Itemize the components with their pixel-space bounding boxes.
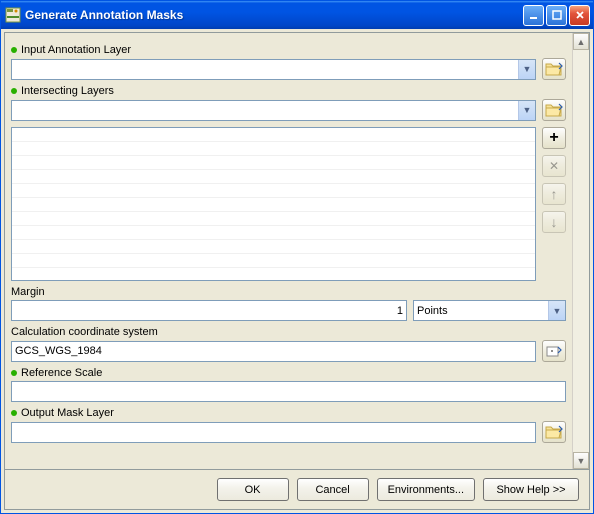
environments-button[interactable]: Environments... [377, 478, 475, 501]
scroll-down-icon[interactable]: ▼ [573, 452, 589, 469]
move-up-button[interactable]: ↑ [542, 183, 566, 205]
cancel-button[interactable]: Cancel [297, 478, 369, 501]
margin-label: Margin [11, 286, 566, 298]
required-marker-icon [11, 370, 17, 376]
required-marker-icon [11, 47, 17, 53]
down-arrow-icon: ↓ [551, 214, 558, 230]
window-controls [523, 5, 590, 26]
label-text: Margin [11, 286, 45, 298]
input-annotation-layer-label: Input Annotation Layer [11, 44, 566, 56]
browse-output-button[interactable] [542, 421, 566, 443]
close-button[interactable] [569, 5, 590, 26]
browse-input-annotation-button[interactable] [542, 58, 566, 80]
up-arrow-icon: ↑ [551, 186, 558, 202]
show-help-button[interactable]: Show Help >> [483, 478, 579, 501]
move-down-button[interactable]: ↓ [542, 211, 566, 233]
form-panel: Input Annotation Layer ▼ Intersecting La… [5, 33, 572, 469]
input-annotation-layer-combo[interactable]: ▼ [11, 59, 536, 80]
list-side-buttons: + ✕ ↑ ↓ [542, 127, 566, 281]
remove-item-button[interactable]: ✕ [542, 155, 566, 177]
remove-icon: ✕ [549, 159, 559, 173]
calc-coord-sys-label: Calculation coordinate system [11, 326, 566, 338]
add-item-button[interactable]: + [542, 127, 566, 149]
output-mask-layer-label: Output Mask Layer [11, 407, 566, 419]
minimize-button[interactable] [523, 5, 544, 26]
browse-intersecting-button[interactable] [542, 99, 566, 121]
plus-icon: + [549, 129, 558, 147]
maximize-button[interactable] [546, 5, 567, 26]
window-title: Generate Annotation Masks [25, 8, 523, 22]
button-bar: OK Cancel Environments... Show Help >> [5, 469, 589, 509]
intersecting-layers-label: Intersecting Layers [11, 85, 566, 97]
reference-scale-label: Reference Scale [11, 367, 566, 379]
reference-scale-input[interactable] [11, 381, 566, 402]
required-marker-icon [11, 410, 17, 416]
coord-sys-properties-button[interactable] [542, 340, 566, 362]
input-value: GCS_WGS_1984 [15, 345, 102, 357]
chevron-down-icon[interactable]: ▼ [518, 60, 535, 79]
margin-input[interactable]: 1 [11, 300, 407, 321]
app-icon [5, 7, 21, 23]
label-text: Calculation coordinate system [11, 326, 158, 338]
intersecting-layers-list[interactable] [11, 127, 536, 281]
required-marker-icon [11, 88, 17, 94]
scroll-up-icon[interactable]: ▲ [573, 33, 589, 50]
label-text: Intersecting Layers [21, 85, 114, 97]
titlebar: Generate Annotation Masks [1, 1, 593, 29]
calc-coord-sys-input[interactable]: GCS_WGS_1984 [11, 341, 536, 362]
chevron-down-icon[interactable]: ▼ [518, 101, 535, 120]
dialog-window: Generate Annotation Masks Input Annotati… [0, 0, 594, 514]
input-value: 1 [397, 305, 403, 317]
vertical-scrollbar[interactable]: ▲ ▼ [572, 33, 589, 469]
scroll-area: Input Annotation Layer ▼ Intersecting La… [5, 33, 589, 469]
ok-button[interactable]: OK [217, 478, 289, 501]
client-area: Input Annotation Layer ▼ Intersecting La… [4, 32, 590, 510]
scroll-track[interactable] [573, 50, 589, 452]
label-text: Reference Scale [21, 367, 102, 379]
label-text: Output Mask Layer [21, 407, 114, 419]
label-text: Input Annotation Layer [21, 44, 131, 56]
intersecting-layers-combo[interactable]: ▼ [11, 100, 536, 121]
output-mask-layer-input[interactable] [11, 422, 536, 443]
combo-value: Points [417, 305, 448, 317]
chevron-down-icon[interactable]: ▼ [548, 301, 565, 320]
margin-unit-combo[interactable]: Points ▼ [413, 300, 566, 321]
